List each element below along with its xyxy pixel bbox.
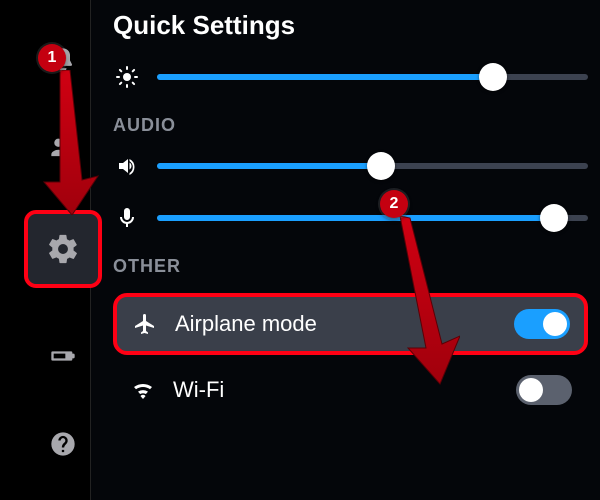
airplane-mode-label: Airplane mode	[175, 311, 498, 337]
sidebar-item-help[interactable]	[43, 424, 83, 464]
airplane-mode-row[interactable]: Airplane mode	[113, 293, 588, 355]
airplane-mode-toggle[interactable]	[514, 309, 570, 339]
sidebar-item-friends[interactable]	[43, 128, 83, 168]
wifi-toggle[interactable]	[516, 375, 572, 405]
help-icon	[49, 430, 77, 458]
mic-icon	[113, 204, 141, 232]
sidebar-item-battery[interactable]	[43, 336, 83, 376]
wifi-row[interactable]: Wi-Fi	[113, 361, 588, 419]
other-header: OTHER	[113, 256, 588, 277]
sidebar	[0, 0, 90, 500]
page-title: Quick Settings	[113, 10, 588, 41]
gear-icon	[46, 232, 80, 266]
volume-slider[interactable]	[157, 163, 588, 169]
audio-header: AUDIO	[113, 115, 588, 136]
wifi-icon	[129, 376, 157, 404]
sidebar-item-settings[interactable]	[24, 210, 102, 288]
brightness-row	[113, 63, 588, 91]
volume-row	[113, 152, 588, 180]
speaker-icon	[113, 152, 141, 180]
quick-settings-panel: Quick Settings AUDIO	[90, 0, 600, 500]
mic-row	[113, 204, 588, 232]
battery-icon	[49, 342, 77, 370]
brightness-slider[interactable]	[157, 74, 588, 80]
wifi-label: Wi-Fi	[173, 377, 500, 403]
brightness-icon	[113, 63, 141, 91]
airplane-icon	[131, 310, 159, 338]
people-icon	[49, 134, 77, 162]
annotation-badge-2: 2	[380, 190, 408, 218]
mic-slider[interactable]	[157, 215, 588, 221]
annotation-badge-1: 1	[38, 44, 66, 72]
